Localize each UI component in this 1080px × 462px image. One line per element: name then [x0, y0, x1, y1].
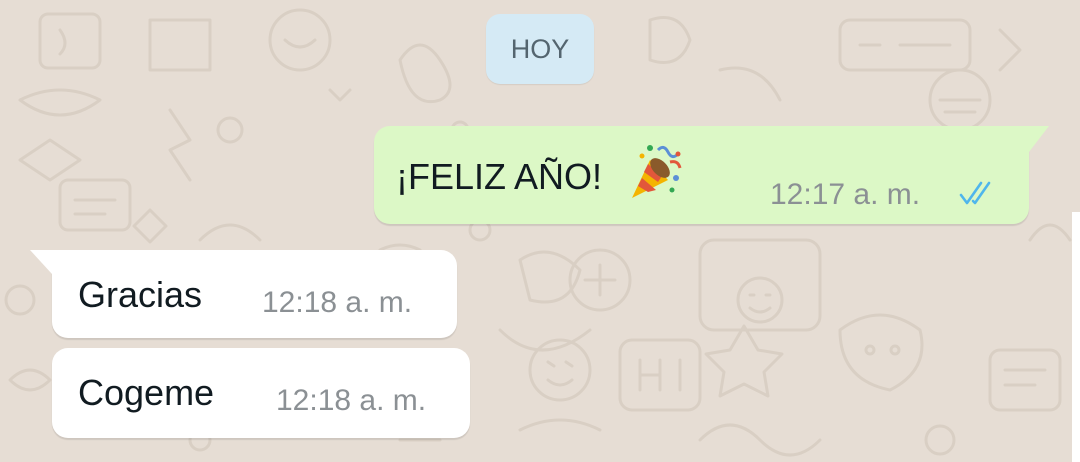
chat-area[interactable]: HOY ¡FELIZ AÑO! 12:17 a. m. Gracias 12:1… — [0, 0, 1080, 462]
incoming-message[interactable]: Cogeme 12:18 a. m. — [52, 348, 470, 438]
bubble-tail — [30, 250, 52, 274]
message-text: ¡FELIZ AÑO! — [396, 156, 603, 197]
scroll-edge — [1072, 212, 1080, 462]
outgoing-message[interactable]: ¡FELIZ AÑO! 12:17 a. m. — [374, 126, 1049, 224]
bubble-tail — [1029, 126, 1049, 152]
date-separator-label: HOY — [510, 33, 570, 64]
party-popper-icon — [632, 145, 682, 198]
message-time: 12:18 a. m. — [262, 286, 413, 319]
message-time: 12:18 a. m. — [276, 384, 427, 417]
message-text: Gracias — [78, 274, 203, 315]
date-separator: HOY — [486, 14, 594, 84]
read-ticks-icon — [959, 181, 991, 205]
message-time: 12:17 a. m. — [770, 178, 921, 211]
message-text: Cogeme — [78, 372, 215, 413]
incoming-message[interactable]: Gracias 12:18 a. m. — [30, 250, 457, 338]
